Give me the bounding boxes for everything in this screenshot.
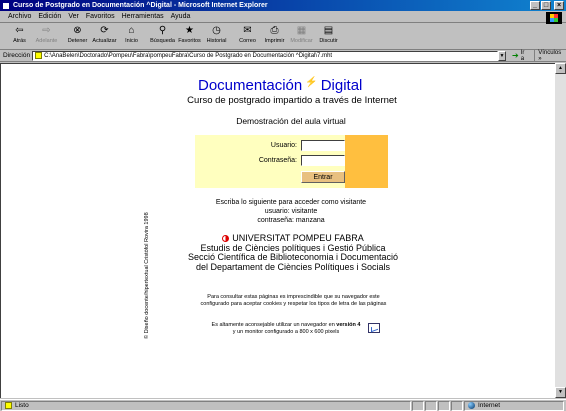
window-title: Curso de Postgrado en Documentación ^Dig… (13, 2, 268, 9)
forward-button[interactable]: ⇨ Adelante (33, 24, 60, 49)
password-input[interactable] (301, 155, 345, 166)
address-dropdown-button[interactable]: ▼ (498, 50, 506, 61)
vertical-scrollbar[interactable]: ▲ ▼ (555, 63, 566, 398)
history-icon: ◷ (212, 24, 221, 36)
scroll-up-button[interactable]: ▲ (555, 63, 566, 74)
university-line: del Departament de Ciències Polítiques i… (195, 261, 391, 272)
window-titlebar: Curso de Postgrado en Documentación ^Dig… (0, 0, 566, 11)
cookies-note-line: Para consultar estas páginas es impresci… (207, 294, 380, 300)
status-page-icon (5, 402, 12, 409)
go-button[interactable]: ➔ Ir a (512, 50, 529, 62)
demo-heading: Demostración del aula virtual (236, 116, 346, 126)
address-input[interactable]: C:\AnaBelen\Doctorado\Pompeu\Fabra\pompe… (32, 50, 499, 61)
side-credit: © Diseño docente/hipertextual Cristòfol … (142, 129, 152, 339)
cookies-note-line: configurado para aceptar cookies y respe… (200, 301, 387, 307)
stop-button[interactable]: ⊗ Detener (64, 24, 91, 49)
browser-note-b: y un monitor configurado a 800 x 600 pix… (232, 329, 340, 335)
discuss-button[interactable]: ▤ Discutir (315, 24, 342, 49)
history-button[interactable]: ◷ Historial (203, 24, 230, 49)
user-label: Usuario: (270, 142, 297, 149)
home-button[interactable]: ⌂ Inicio (118, 24, 145, 49)
minimize-button[interactable]: _ (530, 1, 540, 10)
side-credit-text: © Diseño docente/hipertextual Cristòfol … (144, 212, 150, 339)
university-block: UNIVERSITAT POMPEU FABRA Estudis de Cièn… (163, 233, 423, 272)
address-bar: Dirección C:\AnaBelen\Doctorado\Pompeu\F… (0, 49, 566, 62)
monitor-icon (368, 323, 381, 333)
instruction-line: Escriba lo siguiente para acceder como v… (215, 199, 367, 206)
address-label: Dirección (3, 52, 31, 59)
page-viewport: © Diseño docente/hipertextual Cristòfol … (0, 63, 555, 398)
browser-note-bold: versión 4 (336, 322, 361, 328)
close-button[interactable]: × (554, 1, 564, 10)
mail-icon: ✉ (243, 24, 252, 36)
enter-button[interactable]: Entrar (301, 171, 345, 183)
home-icon: ⌂ (128, 24, 135, 36)
edit-icon: ▦ (296, 24, 307, 36)
back-arrow-icon: ⇦ (15, 24, 24, 36)
favorites-icon: ★ (185, 24, 194, 36)
cookies-note: Para consultar estas páginas es impresci… (161, 294, 426, 308)
go-label: Ir a (520, 49, 525, 62)
forward-arrow-icon: ⇨ (42, 24, 51, 36)
browser-note: Es altamente aconsejable utilizar un nav… (171, 322, 421, 336)
scroll-down-button[interactable]: ▼ (555, 387, 566, 398)
lightning-icon: ⚡ (305, 76, 318, 88)
print-icon: ⎙ (270, 24, 279, 36)
login-form: Usuario: Contraseña: Entrar (195, 135, 388, 188)
zone-label: Internet (478, 402, 501, 409)
stop-icon: ⊗ (73, 24, 82, 36)
status-text: Listo (15, 402, 29, 409)
menu-bar: Archivo Edición Ver Favoritos Herramient… (0, 11, 566, 23)
page-subtitle: Curso de postgrado impartido a través de… (187, 95, 397, 106)
globe-icon (468, 402, 475, 409)
instruction-pass: contraseña: manzana (257, 217, 325, 224)
edit-button[interactable]: ▦ Modificar (288, 24, 315, 49)
go-arrow-icon: ➔ (512, 51, 519, 60)
back-button[interactable]: ⇦ Atrás (6, 24, 33, 49)
discuss-icon: ▤ (323, 24, 334, 36)
brand-left: Documentación (198, 76, 303, 94)
menu-ver[interactable]: Ver (68, 13, 79, 20)
ie-window-icon (2, 1, 10, 10)
menu-favoritos[interactable]: Favoritos (86, 13, 115, 20)
browser-note-a: Es altamente aconsejable utilizar un nav… (211, 322, 337, 328)
brand-right: Digital (320, 76, 363, 94)
print-button[interactable]: ⎙ Imprimir (261, 24, 288, 49)
address-url: C:\AnaBelen\Doctorado\Pompeu\Fabra\pompe… (44, 52, 333, 59)
search-button[interactable]: ⚲ Búsqueda (149, 24, 176, 49)
toolbar: ⇦ Atrás ⇨ Adelante ⊗ Detener ⟳ Actualizar ⌂ I… (0, 24, 566, 50)
menu-archivo[interactable]: Archivo (8, 13, 31, 20)
security-zone: Internet (464, 400, 564, 411)
ie-throbber-logo (546, 12, 562, 24)
brand-logo: Documentación ⚡ Digital (198, 76, 388, 94)
menu-ayuda[interactable]: Ayuda (171, 13, 191, 20)
status-bar: Listo Internet (0, 399, 566, 411)
maximize-button[interactable]: □ (541, 1, 551, 10)
links-toolbar-button[interactable]: Vínculos » (534, 49, 566, 62)
user-input[interactable] (301, 140, 345, 151)
mail-button[interactable]: ✉ Correo (234, 24, 261, 49)
refresh-button[interactable]: ⟳ Actualizar (91, 24, 118, 49)
search-icon: ⚲ (158, 24, 167, 36)
favorites-button[interactable]: ★ Favoritos (176, 24, 203, 49)
refresh-icon: ⟳ (100, 24, 109, 36)
menu-edicion[interactable]: Edición (38, 13, 61, 20)
visitor-instructions: Escriba lo siguiente para acceder como v… (181, 198, 401, 225)
menu-herramientas[interactable]: Herramientas (122, 13, 164, 20)
page-icon (35, 52, 43, 59)
password-label: Contraseña: (258, 157, 297, 164)
instruction-user: usuario: visitante (264, 208, 318, 215)
upf-logo-icon (222, 235, 230, 243)
